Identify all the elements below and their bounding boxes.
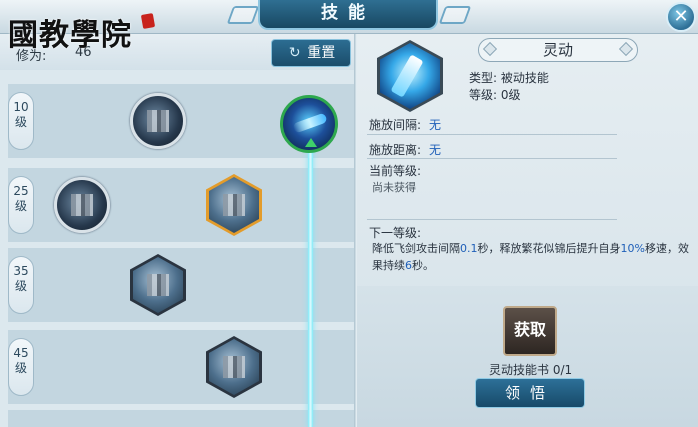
title-ornament-right [438, 6, 472, 24]
cast-interval-label: 施放间隔: [369, 118, 422, 132]
skill-icon [209, 339, 259, 395]
tier-label-25: 25 级 [8, 176, 34, 234]
tier-unit: 级 [14, 361, 27, 375]
tier-row-35: 35 级 [8, 248, 354, 322]
acquire-button[interactable]: 获取 [503, 306, 557, 356]
divider [367, 219, 617, 220]
close-button[interactable]: ✕ [666, 2, 696, 32]
desc-text: 降低飞剑攻击间隔 [372, 242, 460, 255]
tier-unit: 级 [14, 115, 27, 129]
divider [367, 158, 617, 159]
next-level-label: 下一等级: [369, 226, 422, 240]
skill-icon [380, 43, 440, 109]
tier-row-45: 45 级 [8, 330, 354, 404]
skill-icon [147, 110, 169, 132]
cast-interval-row: 施放间隔: 无 [369, 116, 441, 133]
skill-name-plate: 灵动 [478, 38, 638, 62]
comprehend-button[interactable]: 领悟 [475, 378, 585, 408]
skill-icon [133, 257, 183, 313]
cast-distance-value: 无 [429, 143, 442, 157]
desc-text: 秒，释放繁花似锦后提升自身 [477, 242, 621, 255]
current-level-value: 尚未获得 [372, 181, 416, 194]
reset-button-label: 重置 [307, 45, 336, 61]
watermark-logo: 國教學院 [8, 18, 132, 53]
skill-icon-image [223, 194, 245, 216]
skill-book-count: 灵动技能书 0/1 [489, 363, 573, 377]
skill-level: 等级: 0级 [469, 88, 521, 102]
desc-text: 秒。 [412, 259, 434, 272]
tier-unit: 级 [14, 199, 27, 213]
skill-detail-panel: 灵动 类型: 被动技能 等级: 0级 施放间隔: 无 施放距离: 无 当前等级: 尚… [357, 34, 698, 427]
cast-distance-label: 施放距离: [369, 143, 422, 157]
skill-detail-icon [377, 40, 443, 112]
cast-interval-value: 无 [429, 118, 442, 132]
reset-button[interactable]: ↻ 重置 [271, 39, 351, 67]
desc-highlight: 0.1 [460, 242, 478, 255]
tier-label-45: 45 级 [8, 338, 34, 396]
tier-level: 25 [13, 184, 29, 198]
skill-node[interactable] [130, 254, 186, 316]
tier-level: 10 [13, 100, 29, 114]
tier-row-25: 25 级 [8, 168, 354, 242]
tier-label-10: 10 级 [8, 92, 34, 150]
skill-name: 灵动 [542, 41, 573, 59]
skill-tree-panel: 修为: 46 ↻ 重置 10 级 25 级 35 级 45 级 [0, 34, 354, 427]
skill-type: 类型: 被动技能 [469, 71, 549, 85]
skill-node-selected[interactable] [206, 174, 262, 236]
close-icon: ✕ [673, 6, 689, 27]
crystal-shard-icon [390, 54, 424, 98]
sword-icon [292, 112, 328, 134]
ornament-icon [618, 41, 634, 57]
skill-path-line [308, 128, 313, 427]
desc-highlight: 10% [620, 242, 645, 255]
skill-node[interactable] [206, 336, 262, 398]
skill-icon [209, 177, 259, 233]
ornament-icon [482, 41, 498, 57]
skill-icon-image [147, 274, 169, 296]
tier-row-next [8, 410, 354, 427]
tier-level: 35 [13, 264, 29, 278]
next-level-description: 降低飞剑攻击间隔0.1秒，释放繁花似锦后提升自身10%移速，效果持续6秒。 [372, 240, 692, 274]
current-level-label: 当前等级: [369, 164, 422, 178]
refresh-icon: ↻ [288, 45, 301, 61]
skill-node[interactable] [54, 177, 110, 233]
tier-level: 45 [13, 346, 29, 360]
desc-highlight: 6 [405, 259, 412, 272]
upgrade-arrow-icon [305, 138, 317, 147]
cast-distance-row: 施放距离: 无 [369, 141, 441, 158]
tier-label-35: 35 级 [8, 256, 34, 314]
page-title: 技能 [258, 0, 438, 30]
title-ornament-left [226, 6, 260, 24]
skill-icon [71, 194, 93, 216]
skill-node[interactable] [130, 93, 186, 149]
tier-unit: 级 [14, 279, 27, 293]
divider [367, 134, 617, 135]
skill-node-unlocked[interactable] [280, 95, 338, 153]
skill-icon-image [223, 356, 245, 378]
seal-stamp [140, 13, 156, 29]
